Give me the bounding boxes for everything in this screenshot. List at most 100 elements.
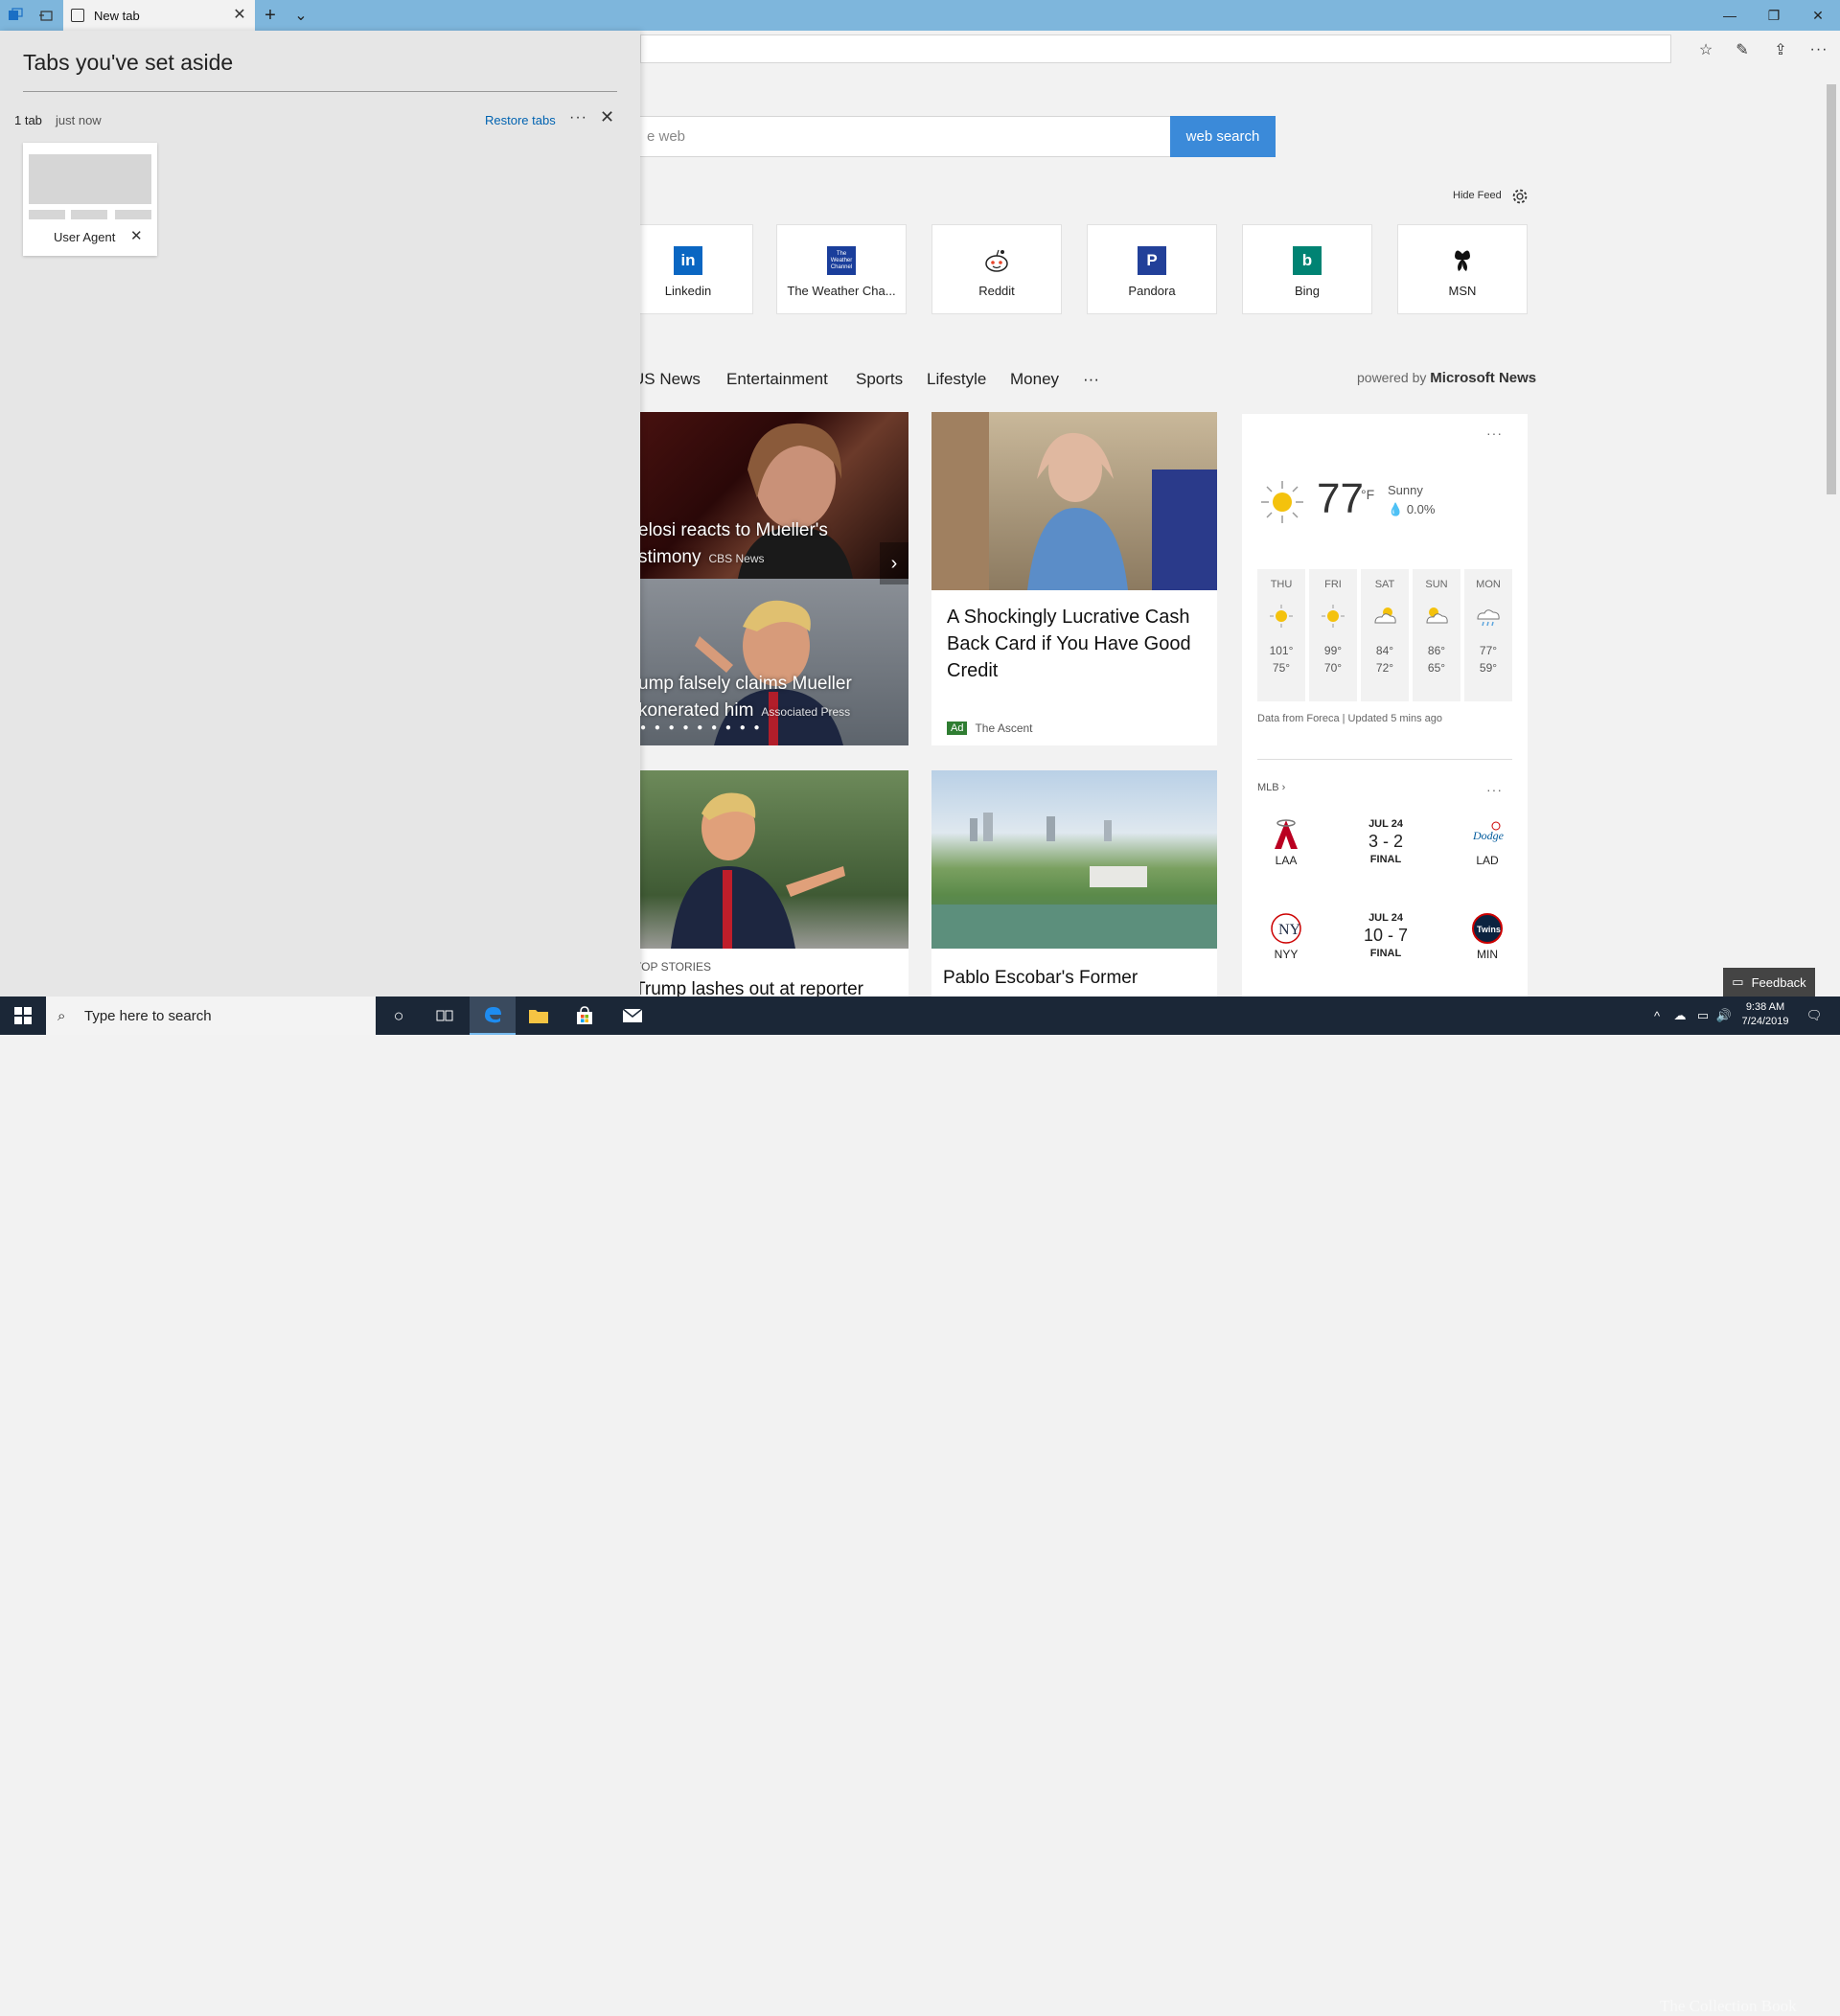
carousel-next-button[interactable]: › (880, 542, 908, 584)
show-hidden-icons-chevron-icon[interactable]: ^ (1644, 997, 1669, 1035)
top-site-msn[interactable]: MSN (1397, 224, 1528, 314)
top-site-pandora[interactable]: P Pandora (1087, 224, 1217, 314)
story4-image (932, 770, 1217, 949)
tabs-set-aside-panel: Tabs you've set aside 1 tab just now Res… (0, 31, 640, 997)
microsoft-store-icon[interactable] (562, 997, 608, 1035)
web-search-button[interactable]: web search (1170, 116, 1276, 157)
divider (1257, 759, 1512, 760)
restore-tabs-link[interactable]: Restore tabs (485, 113, 556, 127)
story4-headline: Pablo Escobar's Former (943, 968, 1138, 988)
temperature-unit: °F (1361, 487, 1375, 502)
powered-by-label: powered by Microsoft News (1357, 370, 1537, 386)
tab-preview (29, 154, 151, 204)
set-aside-tab-thumbnail[interactable]: User Agent ✕ (23, 143, 157, 256)
ad-sponsor-label: Ad The Ascent (947, 722, 1033, 735)
news-tab-sports[interactable]: Sports (856, 370, 903, 389)
msn-butterfly-icon (1448, 246, 1477, 275)
cortana-icon[interactable]: ○ (376, 997, 422, 1035)
linkedin-icon: in (674, 246, 702, 275)
news-more-categories[interactable]: ··· (1083, 370, 1099, 389)
story1-headline: elosi reacts to Mueller's stimony CBS News (638, 520, 828, 567)
top-site-linkedin[interactable]: in Linkedin (623, 224, 753, 314)
story3-headline: Trump lashes out at reporter (634, 979, 864, 997)
forecast-day[interactable]: MON 77° 59° (1464, 569, 1512, 701)
ad-headline[interactable]: A Shockingly Lucrative Cash Back Card if… (947, 604, 1206, 684)
team-away: Dodgers LAD (1459, 818, 1516, 867)
set-aside-tabs-icon[interactable] (31, 0, 61, 31)
settings-more-icon[interactable]: ··· (1804, 38, 1834, 61)
svg-text:NY: NY (1278, 922, 1301, 938)
remove-tab-close-icon[interactable]: ✕ (130, 227, 143, 244)
mlb-more-icon[interactable]: ··· (1486, 782, 1503, 797)
file-explorer-icon[interactable] (516, 997, 562, 1035)
watermark: The Collection Book (1660, 1997, 1797, 2015)
group-more-icon[interactable]: ··· (569, 109, 587, 126)
hide-feed-link[interactable]: Hide Feed (1453, 190, 1502, 201)
share-icon[interactable]: ⇪ (1765, 38, 1796, 61)
mlb-link[interactable]: MLB › (1257, 782, 1285, 793)
web-notes-pen-icon[interactable]: ✎ (1727, 38, 1758, 61)
news-tab-lifestyle[interactable]: Lifestyle (927, 370, 986, 389)
close-window-button[interactable]: ✕ (1796, 0, 1840, 31)
news-tab-money[interactable]: Money (1010, 370, 1059, 389)
story3-card[interactable]: TOP STORIES Trump lashes out at reporter (623, 770, 908, 997)
taskbar-search-input[interactable]: Type here to search (46, 997, 376, 1035)
news-tab-us-news[interactable]: US News (632, 370, 701, 389)
pelosi-news-image[interactable]: elosi reacts to Mueller's stimony CBS News (623, 412, 908, 579)
mlb-game[interactable]: NY NYY JUL 24 10 - 7 FINAL Twins MIN (1242, 912, 1528, 989)
rain-cloud-icon (1477, 609, 1500, 627)
trump-news-image[interactable]: ump falsely claims Mueller konerated him A… (623, 579, 908, 745)
sun-icon (1322, 605, 1345, 628)
tab-close-icon[interactable]: ✕ (232, 8, 247, 23)
story4-card[interactable]: Pablo Escobar's Former (932, 770, 1217, 997)
dodgers-logo-icon: Dodgers (1472, 821, 1513, 842)
new-tab-button[interactable]: + (255, 0, 286, 31)
remove-group-close-icon[interactable]: ✕ (600, 107, 614, 127)
page-scrollbar[interactable] (1823, 69, 1840, 997)
top-site-bing[interactable]: b Bing (1242, 224, 1372, 314)
svg-text:Dodgers: Dodgers (1472, 829, 1504, 842)
partly-cloudy-icon (1374, 607, 1396, 624)
windows-start-icon[interactable] (0, 997, 46, 1035)
top-site-weather-channel[interactable]: The Weather Channel The Weather Cha... (776, 224, 907, 314)
onedrive-cloud-icon[interactable]: ☁ (1668, 997, 1692, 1035)
mlb-game[interactable]: LAA JUL 24 3 - 2 FINAL Dodgers LAD (1242, 818, 1528, 895)
restore-window-button[interactable]: ❐ (1752, 0, 1796, 31)
story3-image (623, 770, 908, 949)
search-icon: ⌕ (58, 1008, 66, 1024)
volume-icon[interactable]: 🔊 (1712, 997, 1736, 1035)
mail-icon[interactable] (610, 997, 656, 1035)
feedback-button[interactable]: ▭ Feedback (1723, 968, 1815, 997)
web-search-input[interactable]: e web (623, 116, 1171, 157)
windows-taskbar: Type here to search ⌕ ○ The Collection B… (0, 997, 1840, 2015)
weather-more-icon[interactable]: ··· (1486, 425, 1503, 441)
carousel-dots[interactable]: ● ● ● ● ● ● ● ● ● (640, 722, 763, 733)
scrollbar-thumb[interactable] (1827, 84, 1836, 494)
ad-card[interactable] (932, 412, 1217, 745)
pandora-icon: P (1138, 246, 1166, 275)
story3-category: TOP STORIES (634, 960, 712, 974)
new-tab-icon (71, 9, 84, 22)
forecast-day[interactable]: SAT 84° 72° (1361, 569, 1409, 701)
forecast-day[interactable]: SUN 86° 65° (1413, 569, 1460, 701)
news-tab-entertainment[interactable]: Entertainment (726, 370, 828, 389)
top-site-reddit[interactable]: Reddit (932, 224, 1062, 314)
task-view-icon[interactable] (422, 997, 468, 1035)
partly-cloudy-icon (1426, 607, 1448, 624)
edge-taskbar-icon[interactable] (470, 997, 516, 1035)
favorites-star-icon[interactable]: ☆ (1690, 38, 1721, 61)
tab-actions-icon[interactable] (0, 0, 31, 31)
sun-icon (1270, 605, 1293, 628)
tab-new-tab[interactable]: New tab ✕ (63, 0, 255, 31)
game-score: JUL 24 10 - 7 FINAL (1363, 912, 1409, 959)
address-bar[interactable] (640, 34, 1671, 63)
minimize-button[interactable]: — (1708, 0, 1752, 31)
forecast-day[interactable]: FRI 99° 70° (1309, 569, 1357, 701)
weather-source: Data from Foreca | Updated 5 mins ago (1257, 713, 1443, 724)
team-away: Twins MIN (1459, 912, 1516, 961)
taskbar-clock[interactable]: 9:38 AM 7/24/2019 (1735, 1000, 1796, 1029)
forecast-day[interactable]: THU 101° 75° (1257, 569, 1305, 701)
action-center-icon[interactable]: 🗨 (1802, 997, 1827, 1035)
gear-icon[interactable] (1509, 186, 1530, 207)
tab-list-chevron-icon[interactable]: ⌄ (286, 0, 316, 31)
